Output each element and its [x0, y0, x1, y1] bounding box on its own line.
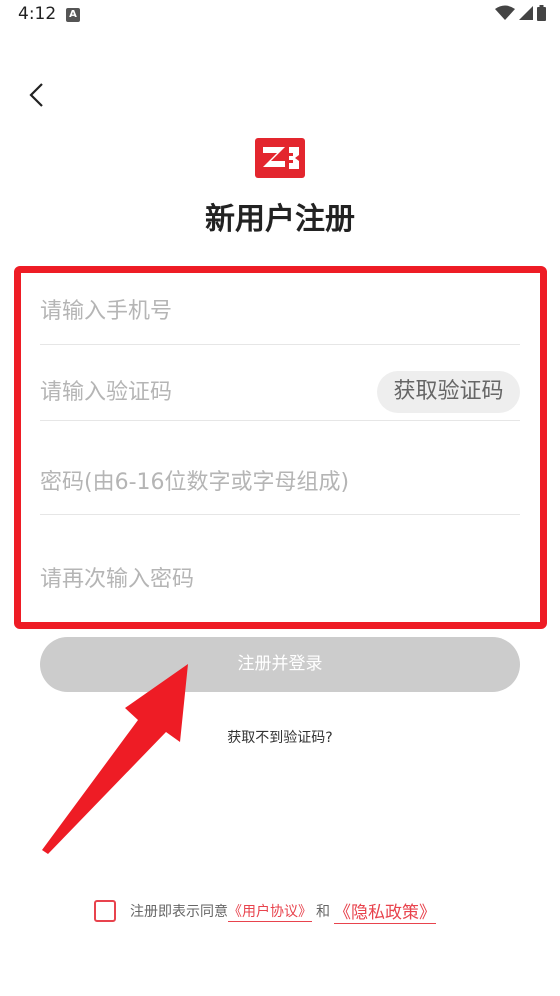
get-code-button[interactable]: 获取验证码: [377, 371, 520, 413]
page-title: 新用户注册: [205, 202, 355, 237]
back-button[interactable]: [22, 80, 52, 110]
chevron-left-icon: [29, 83, 43, 107]
password-input[interactable]: 密码(由6-16位数字或字母组成): [40, 468, 520, 498]
status-icons: [495, 5, 546, 21]
code-input[interactable]: 请输入验证码: [40, 378, 360, 408]
wifi-icon: [495, 5, 515, 20]
user-agreement-link[interactable]: 《用户协议》: [228, 901, 312, 922]
phone-input[interactable]: 请输入手机号: [40, 297, 520, 327]
notification-a-icon: A: [66, 8, 80, 22]
agreement-checkbox[interactable]: [94, 900, 116, 922]
agreement-prefix: 注册即表示同意: [130, 904, 228, 920]
divider: [40, 420, 520, 421]
confirm-password-input[interactable]: 请再次输入密码: [40, 565, 520, 595]
logo-icon: [255, 138, 305, 178]
agreement-and: 和: [316, 904, 330, 920]
signal-icon: [519, 6, 533, 20]
battery-icon: [537, 5, 546, 21]
agreement-row: 注册即表示同意 《用户协议》 和 《隐私政策》: [94, 898, 436, 924]
status-time: 4:12: [18, 4, 57, 24]
no-code-label: 获取不到验证码?: [227, 730, 333, 746]
divider: [40, 514, 520, 515]
annotation-arrow-icon: [42, 664, 188, 854]
app-logo: [255, 138, 305, 178]
privacy-policy-link[interactable]: 《隐私政策》: [334, 898, 436, 924]
divider: [40, 344, 520, 345]
